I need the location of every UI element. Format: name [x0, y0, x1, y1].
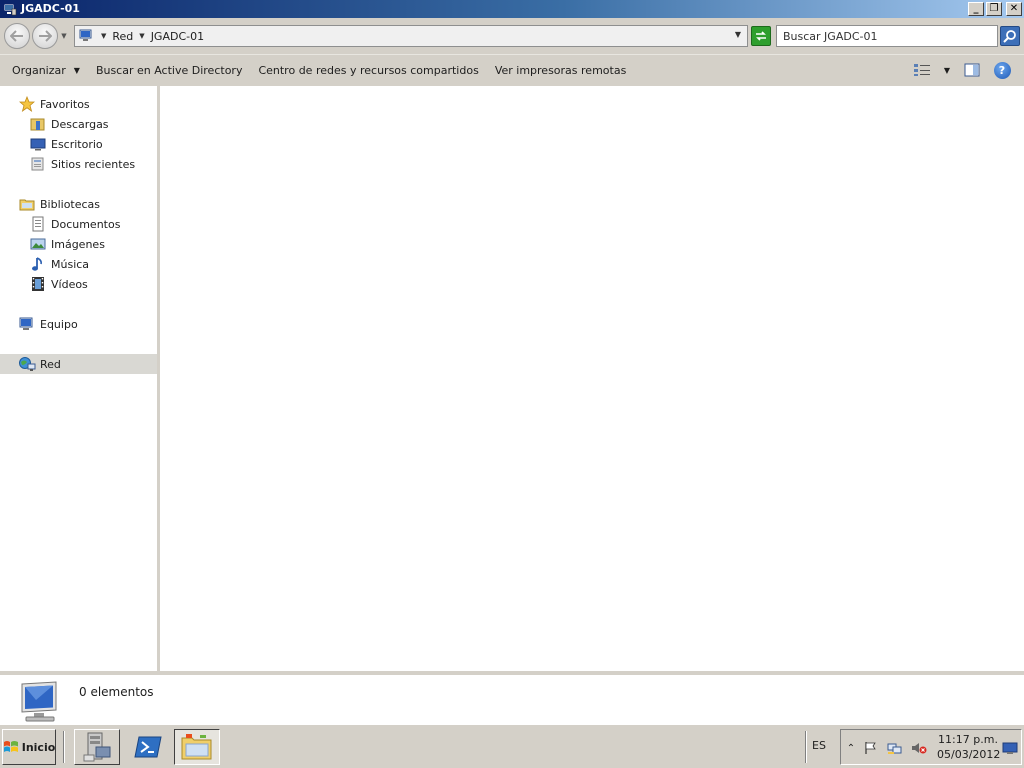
system-tray: ⌃ 11:17 p.m. 05/03/2012: [840, 729, 1022, 765]
refresh-icon: [756, 31, 766, 41]
volume-muted-icon[interactable]: [911, 740, 927, 756]
nav-documents[interactable]: Documentos: [29, 214, 120, 234]
magnifier-icon: [1003, 30, 1016, 43]
taskbar: Inicio ES ⌃ 11:17 p.m. 05/03/2012: [0, 724, 1024, 768]
server-manager-taskbar-button[interactable]: [74, 729, 120, 765]
file-list-area[interactable]: [160, 86, 1024, 671]
search-input[interactable]: Buscar JGADC-01: [776, 25, 998, 47]
network-center-button[interactable]: Centro de redes y recursos compartidos: [250, 59, 486, 83]
help-icon: ?: [993, 61, 1011, 79]
computer-icon: [79, 29, 95, 43]
details-pane: 0 elementos: [0, 671, 1024, 724]
network-globe-icon: [18, 356, 36, 372]
forward-arrow-icon: [39, 30, 52, 42]
preview-pane-button[interactable]: [962, 59, 982, 81]
computer-icon: [16, 680, 64, 724]
windows-logo-icon: [3, 740, 19, 754]
nav-libraries[interactable]: Bibliotecas: [18, 194, 100, 214]
recent-pages-dropdown[interactable]: ▼: [58, 23, 70, 49]
navigation-pane: Favoritos Descargas Escritorio Sitios re…: [0, 86, 157, 671]
breadcrumb-red[interactable]: Red: [112, 30, 133, 43]
clock[interactable]: 11:17 p.m. 05/03/2012: [937, 732, 1000, 762]
nav-pictures[interactable]: Imágenes: [29, 234, 105, 254]
nav-favorites[interactable]: Favoritos: [18, 94, 90, 114]
computer-icon: [18, 316, 36, 332]
back-arrow-icon: [10, 30, 23, 42]
show-desktop-icon[interactable]: [1001, 740, 1019, 756]
network-status-icon[interactable]: [887, 740, 903, 756]
nav-downloads[interactable]: Descargas: [29, 114, 109, 134]
nav-computer[interactable]: Equipo: [18, 314, 78, 334]
view-list-icon: [914, 64, 930, 76]
title-bar[interactable]: JGADC-01 _ ❐ ✕: [0, 0, 1024, 18]
item-count: 0 elementos: [79, 685, 154, 699]
address-bar[interactable]: ▼ Red ▼ JGADC-01 ▼: [74, 25, 748, 47]
show-hidden-icons-button[interactable]: ⌃: [843, 740, 859, 756]
help-button[interactable]: ?: [992, 59, 1012, 81]
documents-icon: [29, 216, 47, 232]
address-dropdown[interactable]: ▼: [735, 30, 741, 39]
nav-network[interactable]: Red: [0, 354, 157, 374]
command-bar: Organizar ▼ Buscar en Active Directory Ce…: [0, 54, 1024, 86]
close-button[interactable]: ✕: [1006, 2, 1022, 16]
chevron-down-icon: ▼: [73, 66, 80, 75]
start-button[interactable]: Inicio: [2, 729, 56, 765]
minimize-button[interactable]: _: [968, 2, 984, 16]
nav-music[interactable]: Música: [29, 254, 89, 274]
preview-pane-icon: [964, 63, 980, 77]
refresh-button[interactable]: [751, 26, 771, 46]
organize-menu[interactable]: Organizar ▼: [4, 59, 88, 83]
powershell-icon: [134, 736, 162, 758]
search-button[interactable]: [1000, 26, 1020, 46]
powershell-taskbar-button[interactable]: [125, 729, 171, 765]
explorer-taskbar-button[interactable]: [174, 729, 220, 765]
window-title: JGADC-01: [21, 2, 80, 15]
remote-printers-button[interactable]: Ver impresoras remotas: [487, 59, 635, 83]
server-manager-icon: [83, 732, 111, 762]
nav-recent[interactable]: Sitios recientes: [29, 154, 135, 174]
breadcrumb-separator[interactable]: ▼: [101, 32, 106, 40]
pictures-icon: [29, 236, 47, 252]
taskbar-separator: [63, 731, 65, 763]
view-options-dropdown[interactable]: ▼: [942, 59, 952, 81]
recent-places-icon: [29, 156, 47, 172]
language-indicator[interactable]: ES: [812, 739, 826, 752]
downloads-folder-icon: [29, 116, 47, 132]
music-note-icon: [29, 256, 47, 272]
desktop-icon: [29, 136, 47, 152]
breadcrumb-separator[interactable]: ▼: [139, 32, 144, 40]
change-view-button[interactable]: [912, 59, 932, 81]
forward-button[interactable]: [32, 23, 58, 49]
action-center-flag-icon[interactable]: [863, 740, 879, 756]
ad-search-button[interactable]: Buscar en Active Directory: [88, 59, 251, 83]
nav-videos[interactable]: Vídeos: [29, 274, 88, 294]
address-toolbar: ▼ ▼ Red ▼ JGADC-01 ▼ Buscar JGADC-01: [0, 18, 1024, 54]
nav-desktop[interactable]: Escritorio: [29, 134, 103, 154]
taskbar-separator: [805, 731, 807, 763]
restore-button[interactable]: ❐: [986, 2, 1002, 16]
libraries-folder-icon: [18, 196, 36, 212]
star-icon: [18, 96, 36, 112]
breadcrumb-jgadc[interactable]: JGADC-01: [151, 30, 204, 43]
film-strip-icon: [29, 276, 47, 292]
folder-icon: [181, 734, 212, 760]
back-button[interactable]: [4, 23, 30, 49]
network-computer-icon: [3, 2, 17, 16]
